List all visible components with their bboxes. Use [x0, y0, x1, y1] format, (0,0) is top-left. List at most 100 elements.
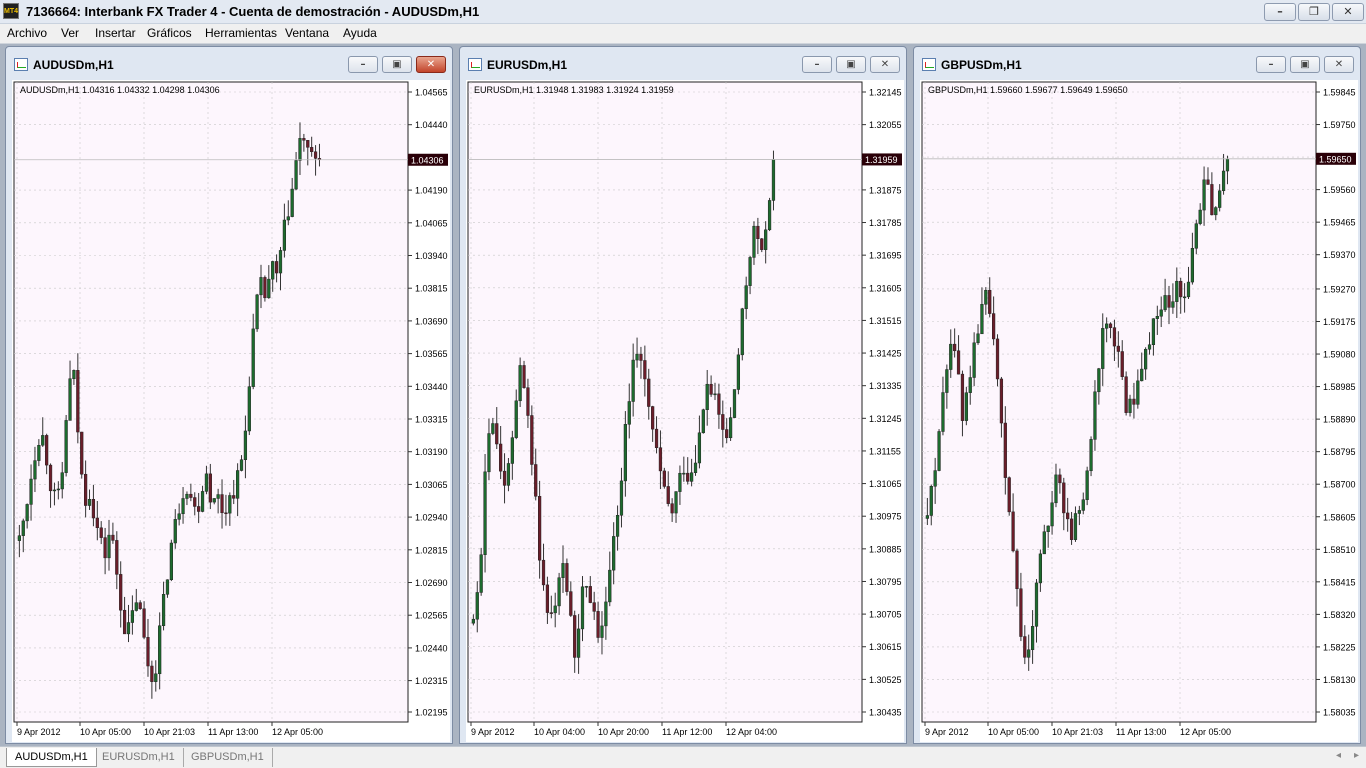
- candle-body: [674, 491, 678, 514]
- candle-body: [236, 470, 240, 499]
- chart-window-audusd[interactable]: AUDUSDm,H1 – ▣ ✕ 1.04565 1.04440 1.04190 1.…: [5, 46, 453, 744]
- chart-window-titlebar[interactable]: AUDUSDm,H1 – ▣ ✕: [6, 47, 452, 77]
- candle-body: [107, 534, 111, 559]
- price-chart[interactable]: 1.32145 1.32055 1.31875 1.31785 1.31695 1.316…: [466, 80, 904, 742]
- plot-area: [921, 81, 1317, 723]
- title-bar: MT4 7136664: Interbank FX Trader 4 - Cue…: [0, 0, 1366, 24]
- candle-body: [1186, 281, 1191, 298]
- candle-body: [771, 159, 776, 201]
- price-chart[interactable]: 1.04565 1.04440 1.04190 1.04065 1.03940 1.038…: [12, 80, 450, 742]
- y-tick-label: 1.32145: [869, 88, 902, 98]
- candle-body: [647, 378, 651, 407]
- chart-minimize-button[interactable]: –: [1256, 56, 1286, 73]
- candle-body: [1066, 512, 1070, 520]
- candle-body: [259, 277, 263, 296]
- y-tick-label: 1.58605: [1323, 512, 1356, 522]
- candle-body: [600, 625, 604, 638]
- candle-body: [134, 602, 138, 611]
- chart-maximize-button[interactable]: ▣: [1290, 56, 1320, 73]
- candle-body: [1046, 525, 1050, 532]
- tab-gbpusd[interactable]: GBPUSDm,H1: [183, 748, 273, 767]
- close-button[interactable]: ✕: [1332, 3, 1364, 21]
- candle-body: [654, 428, 659, 448]
- candle-body: [1171, 301, 1175, 308]
- maximize-icon: ▣: [1300, 59, 1310, 70]
- tab-audusd[interactable]: AUDUSDm,H1: [6, 748, 97, 767]
- candle-body: [588, 586, 592, 603]
- x-tick-label: 9 Apr 2012: [17, 727, 61, 737]
- menu-insertar[interactable]: Insertar: [95, 26, 136, 40]
- candle-body: [565, 563, 569, 592]
- candle-body: [290, 188, 294, 217]
- menu-graficos[interactable]: Gráficos: [147, 26, 192, 40]
- chart-maximize-button[interactable]: ▣: [836, 56, 866, 73]
- current-price-label: 1.31959: [865, 155, 898, 165]
- restore-button[interactable]: ❐: [1298, 3, 1330, 21]
- candle-body: [666, 486, 670, 504]
- tab-scroll-right-icon[interactable]: ▸: [1354, 750, 1359, 761]
- candle-body: [1221, 170, 1226, 192]
- candle-body: [169, 542, 173, 581]
- candle-body: [255, 294, 259, 330]
- chart-minimize-button[interactable]: –: [802, 56, 832, 73]
- menu-ventana[interactable]: Ventana: [285, 26, 329, 40]
- candle-body: [1124, 376, 1128, 413]
- y-tick-label: 1.59270: [1323, 284, 1356, 294]
- app-logo-icon: MT4: [3, 3, 19, 19]
- candle-body: [615, 515, 620, 537]
- candle-body: [126, 622, 131, 635]
- chart-window-titlebar[interactable]: GBPUSDm,H1 – ▣ ✕: [914, 47, 1360, 77]
- candle-body: [619, 480, 624, 516]
- chart-close-button[interactable]: ✕: [416, 56, 446, 73]
- chart-maximize-button[interactable]: ▣: [382, 56, 412, 73]
- candle-body: [999, 378, 1004, 424]
- chart-window-gbpusd[interactable]: GBPUSDm,H1 – ▣ ✕ 1.598451.597501.596551.…: [913, 46, 1361, 744]
- candle-body: [1194, 223, 1198, 249]
- menu-archivo[interactable]: Archivo: [7, 26, 47, 40]
- candle-body: [756, 225, 760, 239]
- menu-ayuda[interactable]: Ayuda: [343, 26, 377, 40]
- candle-body: [627, 401, 631, 425]
- minimize-button[interactable]: –: [1264, 3, 1296, 21]
- y-tick-label: 1.32055: [869, 120, 902, 130]
- candle-body: [111, 534, 115, 541]
- candle-body: [1038, 553, 1043, 584]
- y-tick-label: 1.58700: [1323, 480, 1356, 490]
- price-chart[interactable]: 1.598451.597501.596551.595601.594651.593…: [920, 80, 1358, 742]
- candle-body: [177, 513, 181, 520]
- candle-body: [995, 338, 1000, 380]
- candle-body: [510, 437, 514, 464]
- y-tick-label: 1.03065: [415, 480, 448, 490]
- menu-ver[interactable]: Ver: [61, 26, 79, 40]
- candle-body: [972, 342, 976, 378]
- chart-close-button[interactable]: ✕: [1324, 56, 1354, 73]
- tab-scroll-left-icon[interactable]: ◂: [1336, 750, 1341, 761]
- candle-body: [748, 257, 752, 286]
- candle-body: [1089, 439, 1093, 472]
- candle-body: [925, 515, 929, 519]
- current-price-label: 1.04306: [411, 155, 444, 165]
- tab-eurusd[interactable]: EURUSDm,H1: [94, 748, 184, 767]
- candle-body: [263, 277, 267, 299]
- candle-body: [1097, 368, 1101, 393]
- minimize-icon: –: [1277, 5, 1283, 18]
- candle-body: [740, 308, 744, 356]
- candle-body: [243, 430, 248, 460]
- candle-body: [1202, 179, 1206, 211]
- candle-body: [764, 229, 768, 250]
- candle-body: [709, 383, 713, 395]
- chart-close-button[interactable]: ✕: [870, 56, 900, 73]
- menu-herramientas[interactable]: Herramientas: [205, 26, 277, 40]
- candle-body: [1003, 422, 1007, 478]
- chart-minimize-button[interactable]: –: [348, 56, 378, 73]
- chart-window-titlebar[interactable]: EURUSDm,H1 – ▣ ✕: [460, 47, 906, 77]
- candle-body: [725, 429, 729, 439]
- chart-window-eurusd[interactable]: EURUSDm,H1 – ▣ ✕ 1.32145 1.32055 1.31875 1.…: [459, 46, 907, 744]
- y-tick-label: 1.03315: [415, 415, 448, 425]
- candle-body: [1155, 315, 1159, 319]
- candle-body: [138, 602, 142, 610]
- candle-body: [313, 151, 318, 159]
- chart-window-title: AUDUSDm,H1: [33, 58, 114, 72]
- candle-body: [717, 393, 721, 415]
- candle-body: [29, 478, 33, 505]
